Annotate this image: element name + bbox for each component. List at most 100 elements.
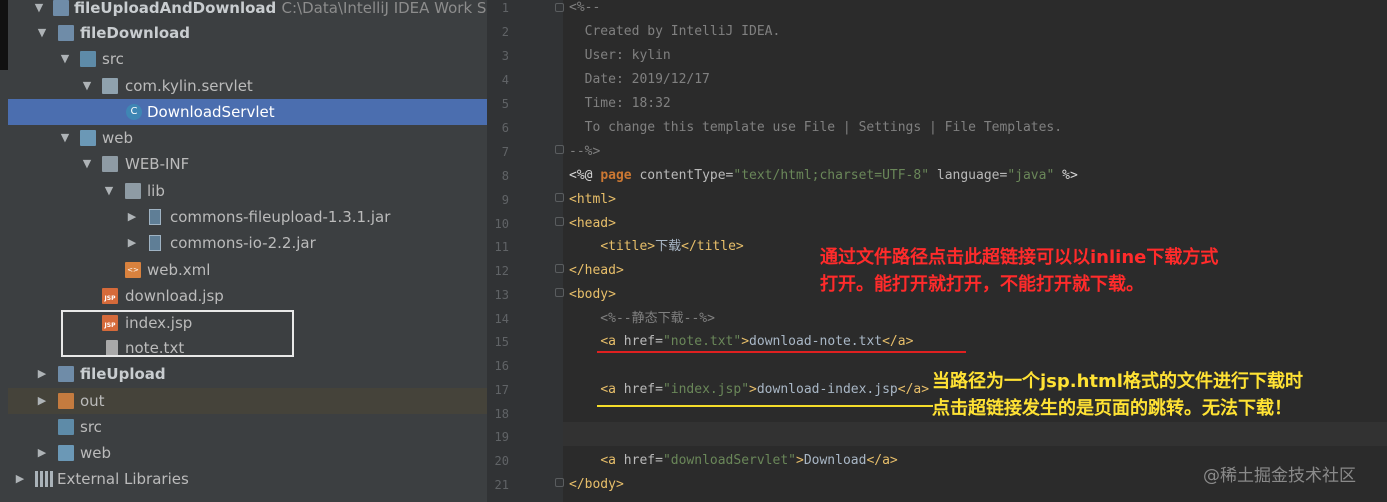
tree-item-label: src [102, 50, 124, 68]
code-line: To change this template use File | Setti… [569, 120, 1063, 135]
tree-item-label: lib [147, 182, 165, 200]
line-number: 3 [501, 49, 509, 63]
jar-icon [149, 235, 161, 251]
code-line: <%@ page contentType="text/html;charset=… [569, 168, 1078, 183]
code-line: <body> [569, 287, 616, 302]
tree-item-out[interactable]: ▶ out [8, 388, 487, 414]
tree-item-web[interactable]: ▼ web [8, 125, 487, 151]
tree-item-commons-io-jar[interactable]: ▶ commons-io-2.2.jar [8, 230, 487, 256]
source-folder-icon [80, 51, 96, 67]
line-number: 9 [501, 193, 509, 207]
chevron-down-icon[interactable]: ▼ [35, 20, 49, 46]
fold-marker[interactable] [555, 193, 564, 202]
line-number: 6 [501, 121, 509, 135]
line-number: 8 [501, 169, 509, 183]
annotation-line: 点击超链接发生的是页面的跳转。无法下载！ [932, 398, 1292, 419]
highlight-box [61, 310, 294, 357]
chevron-right-icon[interactable]: ▶ [125, 230, 139, 256]
tree-item-fileUploadAndDownload[interactable]: ▼ fileUploadAndDownload C:\Data\IntelliJ… [8, 0, 487, 21]
tree-item-src-root[interactable]: src [8, 414, 487, 440]
code-line: </head> [569, 263, 624, 278]
tree-item-label: download.jsp [125, 287, 224, 305]
tree-item-label: fileDownload [80, 24, 191, 42]
tree-item-label: fileUploadAndDownload [74, 0, 277, 17]
jsp-file-icon: JSP [102, 288, 118, 304]
chevron-right-icon[interactable]: ▶ [35, 388, 49, 414]
tree-item-fileDownload[interactable]: ▼ fileDownload [8, 20, 487, 46]
chevron-down-icon[interactable]: ▼ [102, 178, 116, 204]
tree-item-label: web [102, 129, 134, 147]
chevron-down-icon[interactable]: ▼ [80, 73, 94, 99]
code-line: User: kylin [569, 48, 671, 63]
code-line: <title>下载</title> [600, 239, 744, 254]
fold-marker[interactable] [555, 217, 564, 226]
left-tool-strip [0, 0, 8, 70]
code-line: <%--静态下载--%> [569, 311, 715, 326]
chevron-right-icon[interactable]: ▶ [13, 466, 27, 492]
chevron-down-icon[interactable]: ▼ [58, 125, 72, 151]
code-line: --%> [569, 144, 601, 159]
line-number: 5 [501, 97, 509, 111]
tree-item-label: src [80, 418, 102, 436]
tree-item-package[interactable]: ▼ com.kylin.servlet [8, 73, 487, 99]
code-line: <a href="downloadServlet">Download</a> [600, 453, 898, 468]
fold-marker[interactable] [555, 288, 564, 297]
line-number: 15 [494, 335, 509, 349]
chevron-right-icon[interactable]: ▶ [35, 440, 49, 466]
package-icon [102, 78, 118, 94]
fold-marker[interactable] [555, 264, 564, 273]
line-number: 7 [501, 145, 509, 159]
tree-item-label: External Libraries [57, 470, 189, 488]
tree-item-WEB-INF[interactable]: ▼ WEB-INF [8, 151, 487, 177]
chevron-down-icon[interactable]: ▼ [80, 151, 94, 177]
project-tree-panel: ▼ fileUploadAndDownload C:\Data\IntelliJ… [0, 0, 487, 502]
tree-item-lib[interactable]: ▼ lib [8, 178, 487, 204]
line-number: 17 [494, 383, 509, 397]
chevron-right-icon[interactable]: ▶ [35, 361, 49, 387]
tree-item-DownloadServlet[interactable]: C DownloadServlet [8, 99, 487, 125]
java-class-icon: C [126, 104, 142, 120]
fold-marker[interactable] [555, 3, 564, 12]
tree-item-fileUpload[interactable]: ▶ fileUpload [8, 361, 487, 387]
annotation-yellow: 当路径为一个jsp.html格式的文件进行下载时 点击超链接发生的是页面的跳转。… [932, 368, 1303, 422]
line-number: 10 [494, 217, 509, 231]
tree-item-download-jsp[interactable]: JSP download.jsp [8, 283, 487, 309]
tree-item-web-root[interactable]: ▶ web [8, 440, 487, 466]
line-number: 18 [494, 407, 509, 421]
current-line-highlight [563, 422, 1387, 446]
chevron-down-icon[interactable]: ▼ [32, 0, 46, 21]
tree-item-label: out [80, 392, 105, 410]
code-line: <%-- [569, 0, 601, 15]
tree-item-external-libraries[interactable]: ▶ External Libraries [8, 466, 487, 492]
annotation-red: 通过文件路径点击此超链接可以以inline下载方式 打开。能打开就打开，不能打开… [820, 244, 1218, 298]
fold-marker[interactable] [555, 478, 564, 487]
code-line: Time: 18:32 [569, 96, 671, 111]
chevron-right-icon[interactable]: ▶ [125, 204, 139, 230]
tree-item-src[interactable]: ▼ src [8, 46, 487, 72]
source-folder-icon [58, 419, 74, 435]
code-line: <html> [569, 192, 616, 207]
tree-item-commons-fileupload-jar[interactable]: ▶ commons-fileupload-1.3.1.jar [8, 204, 487, 230]
tree-item-web-xml[interactable]: <> web.xml [8, 257, 487, 283]
code-line: <a href="index.jsp">download-index.jsp</… [600, 382, 930, 397]
code-line: <head> [569, 216, 616, 231]
line-number: 21 [494, 478, 509, 492]
line-number: 13 [494, 288, 509, 302]
fold-marker[interactable] [555, 145, 564, 154]
line-number: 19 [494, 430, 509, 444]
code-line: Created by IntelliJ IDEA. [569, 24, 781, 39]
chevron-down-icon[interactable]: ▼ [58, 46, 72, 72]
module-folder-icon [58, 25, 74, 41]
module-folder-icon [53, 0, 69, 16]
line-number: 2 [501, 25, 509, 39]
tree-item-label: fileUpload [80, 365, 166, 383]
code-line: Date: 2019/12/17 [569, 72, 710, 87]
tree-item-label: web.xml [147, 261, 211, 279]
line-number: 20 [494, 454, 509, 468]
line-number: 12 [494, 264, 509, 278]
tree-item-label: commons-io-2.2.jar [170, 234, 316, 252]
red-underline [597, 351, 966, 353]
excluded-folder-icon [58, 393, 74, 409]
line-number: 16 [494, 359, 509, 373]
folder-icon [125, 183, 141, 199]
